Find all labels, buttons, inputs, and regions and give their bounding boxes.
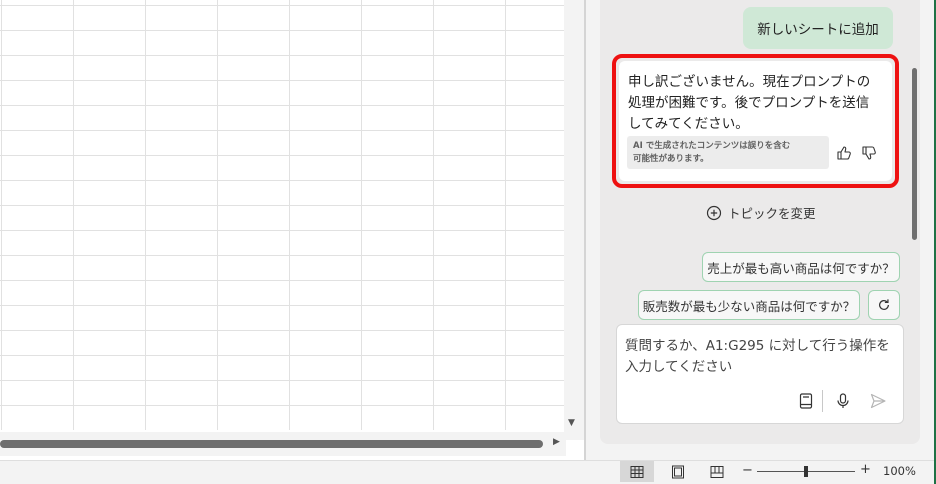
thumbs-down-icon[interactable] bbox=[861, 145, 877, 161]
normal-view-button[interactable] bbox=[620, 461, 654, 482]
suggestion-chip-label: 販売数が最も少ない商品は何ですか？ bbox=[642, 298, 856, 314]
suggestion-chip[interactable]: 売上が最も高い商品は何ですか？ bbox=[702, 252, 900, 282]
refresh-icon bbox=[879, 299, 889, 310]
worksheet-vertical-scrollbar[interactable] bbox=[564, 0, 584, 440]
ai-disclaimer-line: 可能性があります。 bbox=[633, 154, 709, 164]
normal-view-icon bbox=[630, 465, 644, 478]
microphone-icon[interactable] bbox=[834, 392, 852, 410]
ai-response-line: 申し訳ございません。現在プロンプトの bbox=[628, 74, 871, 90]
user-message-text: 新しいシートに追加 bbox=[757, 22, 879, 38]
page-layout-icon bbox=[672, 465, 684, 478]
prompt-input-placeholder: 質問するか、A1:G295 に対して行う操作を 入力してください bbox=[625, 336, 895, 378]
zoom-out-button[interactable]: − bbox=[742, 463, 753, 478]
horizontal-scroll-thumb[interactable] bbox=[0, 440, 543, 448]
thumbs-up-icon[interactable] bbox=[836, 145, 852, 161]
prompt-placeholder-line: 入力してください bbox=[625, 359, 733, 375]
zoom-slider-thumb[interactable] bbox=[804, 466, 808, 477]
change-topic-button[interactable]: トピックを変更 bbox=[706, 203, 816, 222]
scroll-down-arrow-icon[interactable]: ▼ bbox=[568, 418, 575, 428]
zoom-in-button[interactable]: + bbox=[860, 462, 871, 477]
status-bar bbox=[0, 460, 936, 484]
page-break-preview-button[interactable] bbox=[700, 461, 734, 482]
ai-response-line: してみてください。 bbox=[628, 116, 749, 132]
prompt-guide-book-icon[interactable] bbox=[797, 392, 815, 410]
suggestion-chip-label: 売上が最も高い商品は何ですか？ bbox=[707, 260, 895, 276]
ai-disclaimer: AI で生成されたコンテンツは誤りを含む 可能性があります。 bbox=[627, 136, 829, 169]
input-toolbar-separator bbox=[822, 390, 823, 412]
page-break-icon bbox=[710, 465, 724, 478]
scroll-right-arrow-icon[interactable]: ▶ bbox=[553, 437, 560, 447]
ai-disclaimer-line: AI で生成されたコンテンツは誤りを含む bbox=[633, 141, 791, 151]
page-layout-view-button[interactable] bbox=[661, 461, 695, 482]
suggestion-chip[interactable]: 販売数が最も少ない商品は何ですか？ bbox=[638, 290, 860, 320]
refresh-suggestions-button[interactable] bbox=[868, 290, 900, 320]
chat-scrollbar-thumb[interactable] bbox=[912, 68, 917, 240]
add-circle-icon bbox=[706, 205, 722, 220]
user-message-bubble: 新しいシートに追加 bbox=[743, 7, 893, 49]
send-icon[interactable] bbox=[869, 392, 887, 410]
change-topic-label: トピックを変更 bbox=[728, 206, 816, 221]
worksheet-grid[interactable] bbox=[0, 0, 564, 430]
prompt-placeholder-line: 質問するか、A1:G295 に対して行う操作を bbox=[625, 338, 890, 354]
zoom-percentage[interactable]: 100% bbox=[883, 464, 916, 478]
ai-response-line: 処理が困難です。後でプロンプトを送信 bbox=[628, 95, 870, 111]
ai-response-text: 申し訳ございません。現在プロンプトの 処理が困難です。後でプロンプトを送信 して… bbox=[628, 72, 890, 135]
